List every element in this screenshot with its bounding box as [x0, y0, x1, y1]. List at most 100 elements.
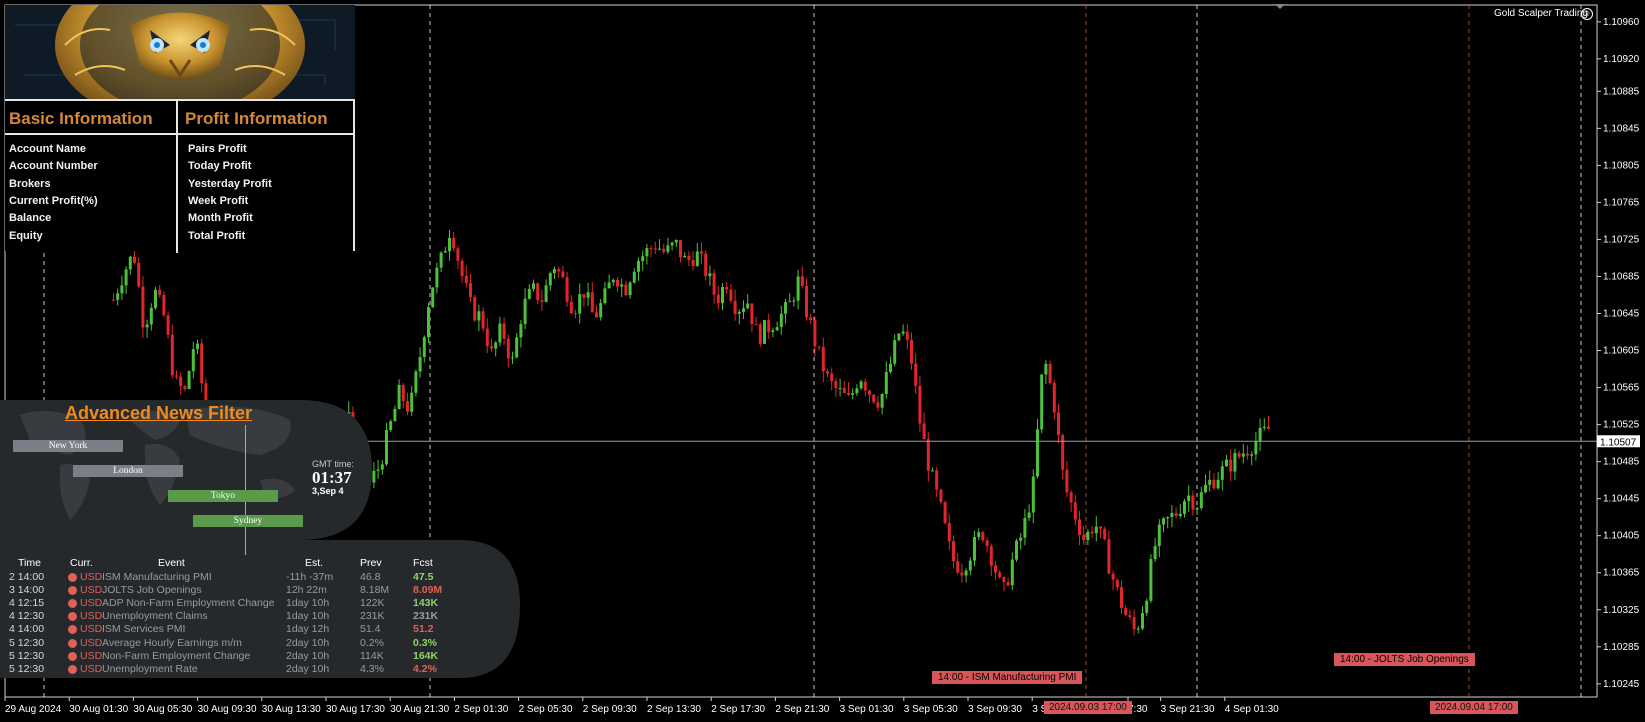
candle-body	[1027, 512, 1031, 518]
event-marker-ism[interactable]: 14:00 - ISM Manufacturing PMI	[932, 671, 1083, 684]
candle-body	[582, 294, 586, 298]
candle-body	[456, 248, 460, 261]
candle-body	[422, 337, 426, 358]
candle-body	[838, 387, 842, 389]
candle-body	[523, 298, 527, 325]
candle-body	[611, 279, 615, 283]
news-fcst: 8.09M	[413, 584, 443, 597]
x-tick-label: 29 Aug 2024	[5, 704, 62, 715]
candle-body	[784, 302, 787, 314]
news-est: 12h 22m	[286, 584, 327, 597]
candle-body	[1246, 453, 1249, 456]
news-time: 4 12:30	[9, 610, 45, 623]
candle-body	[998, 572, 1002, 578]
candle-body	[716, 294, 720, 304]
candle-body	[469, 283, 472, 298]
candle-body	[721, 287, 724, 304]
news-time: 5 12:30	[9, 649, 45, 662]
candle-body	[973, 537, 976, 561]
candle-body	[817, 346, 821, 348]
session-london: London	[73, 465, 183, 477]
candle-body	[737, 311, 741, 314]
y-tick-label: 1.10805	[1603, 160, 1640, 171]
candle-body	[926, 439, 930, 471]
news-prev: 0.2%	[360, 636, 384, 649]
candle-body	[166, 315, 170, 335]
candle-body	[1136, 628, 1140, 630]
candle-body	[758, 324, 762, 344]
candle-body	[859, 381, 863, 389]
candle-body	[725, 287, 729, 290]
session-sydney: Sydney	[193, 515, 303, 527]
candle-body	[1107, 539, 1111, 574]
candle-body	[960, 572, 964, 576]
candle-body	[779, 313, 783, 328]
y-tick-label: 1.10920	[1603, 54, 1640, 65]
candle-body	[544, 285, 548, 302]
news-curr: USD	[80, 662, 103, 675]
chart-shift-icon[interactable]	[1275, 4, 1285, 9]
candle-body	[674, 239, 678, 243]
news-curr: USD	[80, 623, 103, 636]
candle-body	[1006, 582, 1010, 586]
candle-body	[985, 540, 989, 547]
candle-body	[943, 502, 947, 524]
news-col-time: Time	[18, 557, 41, 569]
candle-body	[1216, 479, 1220, 489]
y-tick-label: 1.10885	[1603, 86, 1640, 97]
smiley-icon[interactable]: ☺	[1581, 8, 1593, 20]
candle-body	[540, 300, 544, 302]
candle-body	[1082, 534, 1086, 541]
candle-body	[922, 423, 926, 440]
news-event: Unemployment Claims	[102, 610, 208, 623]
event-marker-jolts[interactable]: 14:00 - JOLTS Job Openings	[1334, 653, 1475, 666]
candle-body	[1212, 479, 1216, 489]
candle-body	[897, 333, 901, 341]
candle-body	[1204, 484, 1207, 493]
candle-body	[989, 546, 993, 566]
x-tick-label: 2 Sep 17:30	[711, 704, 765, 715]
news-fcst: 231K	[413, 610, 439, 623]
candle-body	[939, 489, 943, 503]
candle-body	[1183, 501, 1186, 514]
candle-body	[712, 273, 716, 295]
news-prev: 4.3%	[360, 662, 384, 675]
candle-body	[800, 276, 804, 286]
candle-body	[1233, 453, 1237, 472]
news-curr: USD	[80, 610, 103, 623]
news-est: -11h -37m	[286, 571, 334, 583]
profit-info-header: Profit Information	[185, 109, 328, 128]
candle-body	[532, 283, 535, 289]
x-tick-label: 2 Sep 05:30	[519, 704, 573, 715]
candle-body	[603, 288, 607, 304]
y-tick-label: 1.10285	[1603, 642, 1640, 653]
news-est: 1day 10h	[286, 610, 330, 623]
candle-body	[830, 373, 834, 382]
candle-body	[439, 252, 443, 268]
candle-body	[1061, 435, 1065, 470]
candle-body	[1094, 526, 1098, 534]
candle-body	[624, 284, 628, 296]
y-tick-label: 1.10685	[1603, 271, 1640, 282]
candle-body	[569, 301, 573, 314]
candle-body	[868, 390, 871, 395]
candle-body	[1178, 513, 1182, 516]
y-tick-label: 1.10725	[1603, 234, 1640, 245]
candle-body	[515, 337, 519, 358]
candle-body	[460, 260, 464, 276]
candle-body	[700, 251, 703, 254]
candle-body	[1010, 559, 1014, 586]
candle-body	[116, 293, 120, 300]
candle-body	[145, 324, 149, 328]
candle-body	[414, 371, 418, 393]
candle-body	[128, 256, 132, 270]
candle-body	[750, 303, 754, 325]
news-col-fcst: Fcst	[413, 557, 433, 569]
candle-body	[124, 269, 128, 286]
candle-body	[914, 363, 918, 386]
profit-info-label: Pairs Profit	[188, 143, 247, 155]
candle-body	[964, 570, 968, 576]
candle-body	[1225, 459, 1228, 467]
candle-body	[1086, 531, 1090, 541]
news-est: 2day 10h	[286, 636, 330, 649]
